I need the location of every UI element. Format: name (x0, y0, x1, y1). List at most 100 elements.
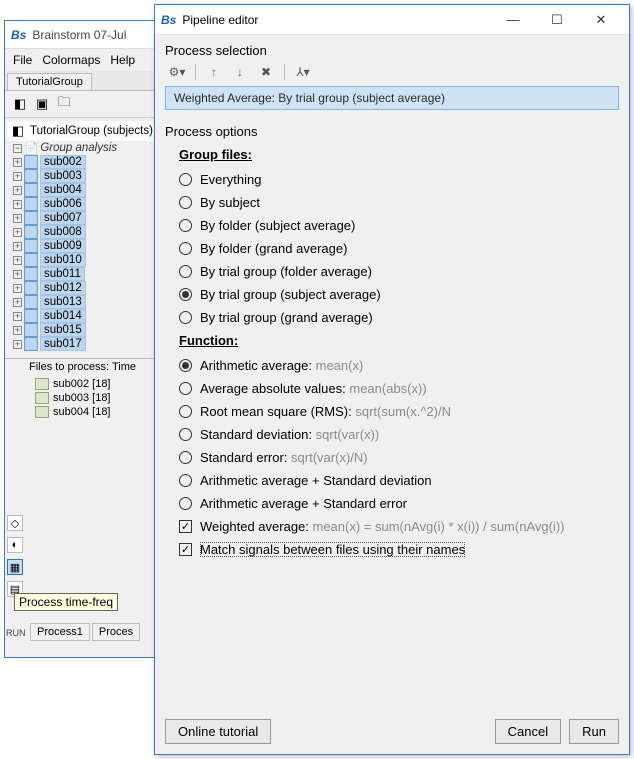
sources-icon[interactable]: ◐ (7, 537, 23, 553)
group-files-option[interactable]: By subject (165, 191, 619, 214)
expand-icon[interactable]: + (13, 214, 22, 223)
weighted-average-checkbox[interactable] (179, 520, 192, 533)
radio-icon[interactable] (179, 474, 192, 487)
option-label: Arithmetic average + Standard error (200, 496, 407, 511)
function-option[interactable]: Arithmetic average + Standard error (165, 492, 619, 515)
function-option[interactable]: Arithmetic average + Standard deviation (165, 469, 619, 492)
group-files-option[interactable]: By folder (grand average) (165, 237, 619, 260)
radio-icon[interactable] (179, 497, 192, 510)
expand-icon[interactable]: + (13, 312, 22, 321)
selected-process[interactable]: Weighted Average: By trial group (subjec… (165, 86, 619, 110)
pipeline-editor-window: Bs Pipeline editor — ☐ ✕ Process selecti… (154, 4, 630, 755)
radio-icon[interactable] (179, 196, 192, 209)
tab-tutorialgroup[interactable]: TutorialGroup (7, 73, 92, 90)
option-label: By folder (grand average) (200, 241, 347, 256)
option-label: By subject (200, 195, 260, 210)
brainstorm-title: Brainstorm 07-Jul (32, 28, 126, 42)
subject-icon (24, 155, 38, 169)
radio-icon[interactable] (179, 242, 192, 255)
move-down-icon[interactable]: ↓ (232, 64, 248, 80)
process-type-toolbar: ◇ ◐ ▦ ▤ (5, 511, 25, 601)
menu-help[interactable]: Help (108, 51, 137, 69)
match-signals-checkbox[interactable] (179, 543, 192, 556)
radio-icon[interactable] (179, 428, 192, 441)
option-hint: mean(x) (312, 358, 363, 373)
online-tutorial-button[interactable]: Online tutorial (165, 719, 271, 744)
subject-icon (24, 183, 38, 197)
radio-icon[interactable] (179, 382, 192, 395)
match-signals-checkbox-row[interactable]: Match signals between files using their … (165, 538, 619, 561)
subject-label: sub009 (40, 239, 86, 253)
function-option[interactable]: Arithmetic average: mean(x) (165, 354, 619, 377)
radio-icon[interactable] (179, 219, 192, 232)
group-files-option[interactable]: By trial group (grand average) (165, 306, 619, 329)
expand-icon[interactable]: + (13, 326, 22, 335)
function-option[interactable]: Standard error: sqrt(var(x)/N) (165, 446, 619, 469)
subject-label: sub002 (40, 155, 86, 169)
expand-icon[interactable]: + (13, 228, 22, 237)
pipeline-logo: Bs (161, 13, 176, 27)
expand-icon[interactable]: + (13, 284, 22, 293)
delete-icon[interactable]: ✖ (258, 64, 274, 80)
radio-icon[interactable] (179, 451, 192, 464)
option-hint: sqrt(sum(x.^2)/N (352, 404, 451, 419)
radio-icon[interactable] (179, 288, 192, 301)
subjects-icon[interactable]: ◧ (11, 95, 29, 113)
function-option[interactable]: Root mean square (RMS): sqrt(sum(x.^2)/N (165, 400, 619, 423)
gear-icon[interactable]: ⚙▾ (169, 64, 185, 80)
group-files-heading: Group files: (179, 147, 619, 162)
recordings-icon[interactable]: ◇ (7, 515, 23, 531)
group-files-option[interactable]: By trial group (subject average) (165, 283, 619, 306)
weighted-average-checkbox-row[interactable]: Weighted average: mean(x) = sum(nAvg(i) … (165, 515, 619, 538)
database-icon[interactable]: ▣ (33, 95, 51, 113)
minimize-button[interactable]: — (491, 6, 535, 34)
menu-colormaps[interactable]: Colormaps (40, 51, 102, 69)
expand-icon[interactable]: + (13, 298, 22, 307)
expand-icon[interactable]: + (13, 186, 22, 195)
file-label: sub004 [18] (53, 406, 111, 418)
close-button[interactable]: ✕ (579, 6, 623, 34)
function-option[interactable]: Standard deviation: sqrt(var(x)) (165, 423, 619, 446)
subject-label: sub014 (40, 309, 86, 323)
process-toolbar: ⚙▾ ↑ ↓ ✖ ⅄▾ (165, 62, 619, 82)
menu-file[interactable]: File (11, 51, 34, 69)
radio-icon[interactable] (179, 311, 192, 324)
tab-process1[interactable]: Process1 (30, 623, 90, 641)
pipeline-footer: Online tutorial Cancel Run (155, 711, 629, 754)
group-files-option[interactable]: By folder (subject average) (165, 214, 619, 237)
expand-icon[interactable]: − (13, 144, 22, 153)
radio-icon[interactable] (179, 405, 192, 418)
radio-icon[interactable] (179, 265, 192, 278)
weighted-label: Weighted average: (200, 519, 309, 534)
run-label[interactable]: RUN (6, 628, 26, 638)
option-hint: sqrt(var(x)) (312, 427, 379, 442)
run-button[interactable]: Run (569, 719, 619, 744)
protocol-icon: ◧ (9, 122, 27, 140)
option-label: Arithmetic average + Standard deviation (200, 473, 432, 488)
expand-icon[interactable]: + (13, 340, 22, 349)
move-up-icon[interactable]: ↑ (206, 64, 222, 80)
option-label: By trial group (subject average) (200, 287, 381, 302)
pipeline-icon[interactable]: ⅄▾ (295, 64, 311, 80)
group-files-option[interactable]: Everything (165, 168, 619, 191)
expand-icon[interactable]: + (13, 200, 22, 209)
expand-icon[interactable]: + (13, 172, 22, 181)
db-folder-icon[interactable]: 🗀 (55, 95, 73, 113)
expand-icon[interactable]: + (13, 256, 22, 265)
pipeline-titlebar[interactable]: Bs Pipeline editor — ☐ ✕ (155, 5, 629, 35)
expand-icon[interactable]: + (13, 158, 22, 167)
cancel-button[interactable]: Cancel (495, 719, 561, 744)
expand-icon[interactable]: + (13, 242, 22, 251)
group-files-option[interactable]: By trial group (folder average) (165, 260, 619, 283)
maximize-button[interactable]: ☐ (535, 6, 579, 34)
subject-label: sub017 (40, 337, 86, 351)
timefreq-icon[interactable]: ▦ (7, 559, 23, 575)
expand-icon[interactable]: + (13, 270, 22, 279)
option-hint: mean(abs(x)) (346, 381, 427, 396)
subject-icon (24, 239, 38, 253)
radio-icon[interactable] (179, 359, 192, 372)
function-option[interactable]: Average absolute values: mean(abs(x)) (165, 377, 619, 400)
radio-icon[interactable] (179, 173, 192, 186)
subject-icon (24, 211, 38, 225)
tab-process2[interactable]: Proces (92, 623, 140, 641)
